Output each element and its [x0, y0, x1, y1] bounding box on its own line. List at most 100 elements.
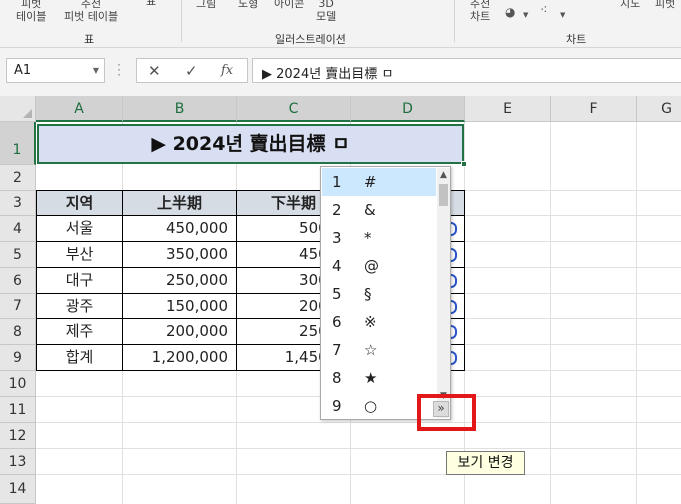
column-header-g[interactable]: G — [637, 96, 681, 122]
row-header-11[interactable]: 11 — [0, 397, 36, 423]
table-border — [236, 190, 237, 371]
gridline — [550, 122, 551, 504]
title-cell[interactable]: ▶ 2024년 賣出目標 ㅁ — [37, 124, 464, 164]
select-all-triangle-icon — [23, 109, 32, 118]
recommended-pivot-label-1: 추천 — [80, 0, 102, 10]
enter-icon[interactable]: ✓ — [185, 62, 198, 80]
column-header-d[interactable]: D — [351, 96, 465, 122]
icons-button[interactable]: 아이콘 — [274, 0, 304, 10]
insert-function-icon[interactable]: fx — [221, 63, 233, 78]
first-half-cell[interactable]: 350,000 — [123, 242, 236, 267]
ribbon-separator — [454, 0, 455, 42]
column-header-e[interactable]: E — [465, 96, 551, 122]
dropdown-arrow-icon[interactable]: ▼ — [560, 9, 565, 21]
first-half-cell[interactable]: 250,000 — [123, 268, 236, 293]
symbol-number: 1 — [332, 173, 342, 191]
more-options-icon[interactable]: · · · — [117, 59, 121, 81]
symbol-number: 2 — [332, 201, 342, 219]
region-cell[interactable]: 서울 — [37, 216, 122, 241]
symbol-item-3[interactable]: 3 * — [322, 224, 436, 252]
scroll-up-icon[interactable]: ▲ — [437, 168, 450, 182]
dropdown-arrow-icon[interactable]: ▼ — [523, 9, 528, 21]
fill-handle[interactable] — [461, 161, 467, 167]
symbol-item-6[interactable]: 6 ※ — [322, 308, 436, 336]
recommended-pivot-label-2: 피벗 테이블 — [64, 10, 119, 23]
row-header-1[interactable]: 1 — [0, 122, 36, 165]
row-header-6[interactable]: 6 — [0, 268, 36, 294]
recommended-pivot-button[interactable]: 추천 피벗 테이블 — [64, 0, 118, 23]
partial-shape — [451, 300, 457, 314]
pivot-table-button[interactable]: 피벗 테이블 — [16, 0, 46, 23]
region-cell[interactable]: 대구 — [37, 268, 122, 293]
region-cell[interactable]: 광주 — [37, 294, 122, 319]
symbol-candidate-list[interactable]: 1 # 2 & 3 * 4 @ 5 § 6 ※ 7 ☆ 8 ★ 9 ○ ▲ ▼ — [320, 166, 451, 420]
region-cell[interactable]: 합계 — [37, 345, 122, 370]
recommended-charts-label-1: 추천 — [470, 0, 491, 10]
symbol-list-scrollbar[interactable]: ▲ ▼ — [437, 168, 450, 418]
symbol-number: 5 — [332, 285, 342, 303]
first-half-cell[interactable]: 450,000 — [123, 216, 236, 241]
table-border — [36, 190, 37, 371]
header-first-half[interactable]: 上半期 — [123, 191, 236, 216]
symbol-item-2[interactable]: 2 & — [322, 196, 436, 224]
row-header-9[interactable]: 9 — [0, 345, 36, 371]
select-all-button[interactable] — [0, 96, 36, 122]
gridline — [36, 422, 681, 423]
row-header-2[interactable]: 2 — [0, 165, 36, 191]
scroll-thumb[interactable] — [439, 184, 448, 206]
pictures-button[interactable]: 그림 — [196, 0, 216, 10]
first-half-cell[interactable]: 1,200,000 — [123, 345, 236, 370]
formula-bar: A1 ▼ · · · ✕ ✓ fx ▶ 2024년 賣出目標 ㅁ — [0, 48, 681, 96]
gridline — [36, 474, 681, 475]
formula-buttons: ✕ ✓ fx — [136, 58, 248, 83]
symbol-item-4[interactable]: 4 @ — [322, 252, 436, 280]
charts-group-label: 차트 — [566, 33, 587, 46]
cancel-icon[interactable]: ✕ — [148, 62, 161, 80]
symbol-number: 3 — [332, 229, 342, 247]
column-header-c[interactable]: C — [237, 96, 351, 122]
ribbon: 피벗 테이블 추천 피벗 테이블 표 표 그림 도형 아이콘 3D 모델 일러스… — [0, 0, 681, 48]
pivot-chart-button[interactable]: 피벗 — [655, 0, 675, 10]
partial-shape — [451, 248, 457, 262]
symbol-char: # — [364, 173, 377, 191]
first-half-cell[interactable]: 200,000 — [123, 319, 236, 344]
name-box[interactable]: A1 ▼ — [6, 58, 105, 83]
symbol-number: 8 — [332, 369, 342, 387]
header-region[interactable]: 지역 — [37, 191, 122, 216]
row-header-7[interactable]: 7 — [0, 294, 36, 319]
row-header-8[interactable]: 8 — [0, 319, 36, 345]
row-header-10[interactable]: 10 — [0, 371, 36, 397]
gridline — [636, 122, 637, 504]
symbol-char: & — [364, 201, 376, 219]
symbol-item-8[interactable]: 8 ★ — [322, 364, 436, 392]
name-box-dropdown-icon[interactable]: ▼ — [93, 66, 99, 75]
row-header-3[interactable]: 3 — [0, 191, 36, 216]
symbol-item-5[interactable]: 5 § — [322, 280, 436, 308]
table-border — [464, 190, 465, 371]
symbol-item-7[interactable]: 7 ☆ — [322, 336, 436, 364]
table-button[interactable]: 표 — [146, 0, 156, 8]
row-header-13[interactable]: 13 — [0, 449, 36, 475]
symbol-char: @ — [364, 257, 379, 275]
row-header-12[interactable]: 12 — [0, 423, 36, 449]
scatter-chart-icon[interactable]: ⁖ — [540, 4, 548, 17]
symbol-char: ☆ — [364, 341, 378, 359]
symbol-item-1[interactable]: 1 # — [322, 168, 436, 196]
maps-button[interactable]: 지도 — [620, 0, 640, 10]
3d-models-button[interactable]: 3D 모델 — [316, 0, 336, 23]
recommended-charts-button[interactable]: 추천 차트 — [470, 0, 490, 23]
symbol-char: § — [364, 285, 372, 303]
row-header-4[interactable]: 4 — [0, 216, 36, 242]
illustrations-group-label: 일러스트레이션 — [275, 33, 346, 46]
formula-input[interactable]: ▶ 2024년 賣出目標 ㅁ — [252, 58, 681, 83]
column-header-f[interactable]: F — [551, 96, 637, 122]
column-header-a[interactable]: A — [36, 96, 123, 122]
region-cell[interactable]: 제주 — [37, 319, 122, 344]
row-header-14[interactable]: 14 — [0, 475, 36, 504]
region-cell[interactable]: 부산 — [37, 242, 122, 267]
column-header-b[interactable]: B — [123, 96, 237, 122]
row-header-5[interactable]: 5 — [0, 242, 36, 268]
pie-chart-icon[interactable]: ◕ — [505, 6, 515, 18]
shapes-button[interactable]: 도형 — [238, 0, 258, 10]
first-half-cell[interactable]: 150,000 — [123, 294, 236, 319]
